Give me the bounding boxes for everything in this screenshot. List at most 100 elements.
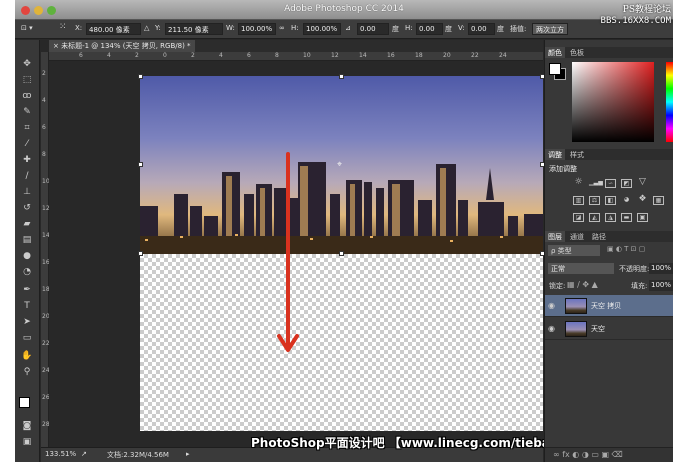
zoom-tool-icon[interactable]: ⚲: [20, 366, 34, 378]
pen-tool-icon[interactable]: ✒: [20, 284, 34, 296]
title-bar: Adobe Photoshop CC 2014 PS教程论坛: [15, 0, 673, 20]
hue-slider[interactable]: [666, 62, 673, 142]
delta-icon[interactable]: △: [144, 24, 149, 32]
interpolation-select[interactable]: 两次立方: [532, 23, 568, 35]
shape-tool-icon[interactable]: ▭: [20, 332, 34, 344]
history-brush-tool-icon[interactable]: ↺: [20, 202, 34, 214]
color-fg-swatch[interactable]: [549, 63, 561, 75]
crop-tool-icon[interactable]: ⌗: [20, 122, 34, 134]
color-lookup-adjust-icon[interactable]: ▦: [653, 196, 664, 205]
fill-field[interactable]: 100%: [649, 280, 673, 291]
status-arrow-icon[interactable]: ▸: [186, 450, 190, 458]
threshold-adjust-icon[interactable]: ◮: [605, 213, 616, 222]
selective-color-adjust-icon[interactable]: ▣: [637, 213, 648, 222]
hand-tool-icon[interactable]: ✋: [20, 350, 34, 362]
eraser-tool-icon[interactable]: ▰: [20, 218, 34, 230]
eye-icon[interactable]: ◉: [548, 324, 555, 333]
move-tool-icon[interactable]: ✥: [20, 58, 34, 70]
blend-mode-select[interactable]: 正常: [548, 263, 614, 274]
photo-filter-adjust-icon[interactable]: ◕: [621, 196, 632, 205]
link-icon[interactable]: ∞: [279, 24, 285, 32]
share-icon[interactable]: ↗: [81, 450, 87, 458]
color-picker-field[interactable]: [572, 62, 654, 142]
dodge-tool-icon[interactable]: ◔: [20, 266, 34, 278]
w-label: W:: [226, 24, 235, 32]
exposure-adjust-icon[interactable]: ◩: [621, 179, 632, 188]
tab-close-icon[interactable]: ×: [53, 42, 61, 50]
brush-tool-icon[interactable]: ∕: [20, 170, 34, 182]
hskew-field[interactable]: 0.00: [416, 23, 443, 35]
y-field[interactable]: 211.50 像素: [165, 23, 223, 35]
reference-point-icon[interactable]: ⁙: [59, 22, 67, 32]
tab-adjustments[interactable]: 调整: [545, 149, 565, 160]
black-white-adjust-icon[interactable]: ◧: [605, 196, 616, 205]
y-label: Y:: [155, 24, 161, 32]
marquee-tool-icon[interactable]: ⬚: [20, 74, 34, 86]
layer-filter-select[interactable]: ρ 类型: [548, 245, 600, 256]
transform-handle-middle-left[interactable]: [138, 162, 143, 167]
transform-handle-top-center[interactable]: [339, 74, 344, 79]
tab-channels[interactable]: 通道: [567, 231, 587, 242]
levels-adjust-icon[interactable]: ▁▃▅: [589, 179, 603, 188]
document-tab[interactable]: × 未标题-1 @ 134% (天空 拷贝, RGB/8) *: [49, 40, 195, 52]
type-tool-icon[interactable]: T: [20, 300, 34, 312]
ruler-tick-label: 18: [415, 52, 423, 59]
vskew-field[interactable]: 0.00: [468, 23, 495, 35]
transform-handle-bottom-left[interactable]: [138, 251, 143, 256]
ruler-tick-label: 16: [387, 52, 395, 59]
curves-adjust-icon[interactable]: ∽: [605, 179, 616, 188]
healing-brush-tool-icon[interactable]: ✚: [20, 154, 34, 166]
transform-tool-icon[interactable]: ⊡ ▾: [21, 24, 33, 32]
angle-unit: 度: [392, 25, 399, 33]
ruler-tick-label: 10: [303, 52, 311, 59]
opacity-field[interactable]: 100%: [649, 263, 673, 274]
ruler-tick-label: 4: [107, 52, 111, 59]
transform-handle-top-left[interactable]: [138, 74, 143, 79]
invert-adjust-icon[interactable]: ◪: [573, 213, 584, 222]
path-select-tool-icon[interactable]: ➤: [20, 316, 34, 328]
tab-color[interactable]: 颜色: [545, 47, 565, 58]
posterize-adjust-icon[interactable]: ◭: [589, 213, 600, 222]
ruler-tick-label: 4: [42, 97, 46, 104]
horizontal-ruler: 6 4 2 0 2 4 6 8 10 12 14 16 18 20 22 24: [49, 52, 543, 61]
vertical-ruler: 2 4 6 8 10 12 14 16 18 20 22 24 26 28: [41, 52, 50, 447]
eye-icon[interactable]: ◉: [548, 301, 555, 310]
layer-thumbnail: [565, 298, 587, 314]
screen-mode-icon[interactable]: ▣: [20, 436, 34, 448]
vskew-label: V:: [458, 24, 465, 32]
layer-row-sky[interactable]: ◉ 天空: [545, 318, 673, 340]
transform-center-icon[interactable]: ⌖: [337, 160, 342, 170]
blur-tool-icon[interactable]: ●: [20, 250, 34, 262]
ruler-tick-label: 22: [471, 52, 479, 59]
width-field[interactable]: 100.00%: [238, 23, 276, 35]
tab-swatches[interactable]: 色板: [567, 47, 587, 58]
x-field[interactable]: 480.00 像素: [86, 23, 141, 35]
layer-row-sky-copy[interactable]: ◉ 天空 拷贝: [545, 295, 673, 317]
vibrance-adjust-icon[interactable]: ▽: [637, 178, 648, 188]
lock-icons[interactable]: ▦ ∕ ✥ ▲: [567, 280, 598, 289]
eyedropper-tool-icon[interactable]: ⁄: [20, 138, 34, 150]
gradient-tool-icon[interactable]: ▤: [20, 234, 34, 246]
color-balance-adjust-icon[interactable]: ⚖: [589, 196, 600, 205]
transform-handle-bottom-center[interactable]: [339, 251, 344, 256]
quick-select-tool-icon[interactable]: ✎: [20, 106, 34, 118]
lasso-tool-icon[interactable]: ꝏ: [20, 90, 34, 102]
tab-paths[interactable]: 路径: [589, 231, 609, 242]
ruler-tick-label: 2: [42, 70, 46, 77]
vskew-unit: 度: [497, 25, 504, 33]
gradient-map-adjust-icon[interactable]: ▬: [621, 213, 632, 222]
hue-sat-adjust-icon[interactable]: ▥: [573, 196, 584, 205]
tab-styles[interactable]: 样式: [567, 149, 587, 160]
height-field[interactable]: 100.00%: [303, 23, 341, 35]
quick-mask-icon[interactable]: ◙: [20, 420, 34, 432]
clone-stamp-tool-icon[interactable]: ⊥: [20, 186, 34, 198]
layers-footer-icons[interactable]: ∞ fx ◐ ◑ ▭ ▣ ⌫: [545, 447, 673, 462]
foreground-color-swatch[interactable]: [19, 397, 30, 408]
layer-filter-icons[interactable]: ▣ ◐ T ⊡ ▢: [607, 245, 645, 253]
zoom-level[interactable]: 133.51%: [45, 450, 76, 458]
channel-mixer-adjust-icon[interactable]: ❖: [637, 195, 648, 205]
transparent-area[interactable]: [140, 254, 543, 431]
brightness-adjust-icon[interactable]: ☼: [573, 178, 584, 188]
tab-layers[interactable]: 图层: [545, 231, 565, 242]
angle-field[interactable]: 0.00: [357, 23, 389, 35]
